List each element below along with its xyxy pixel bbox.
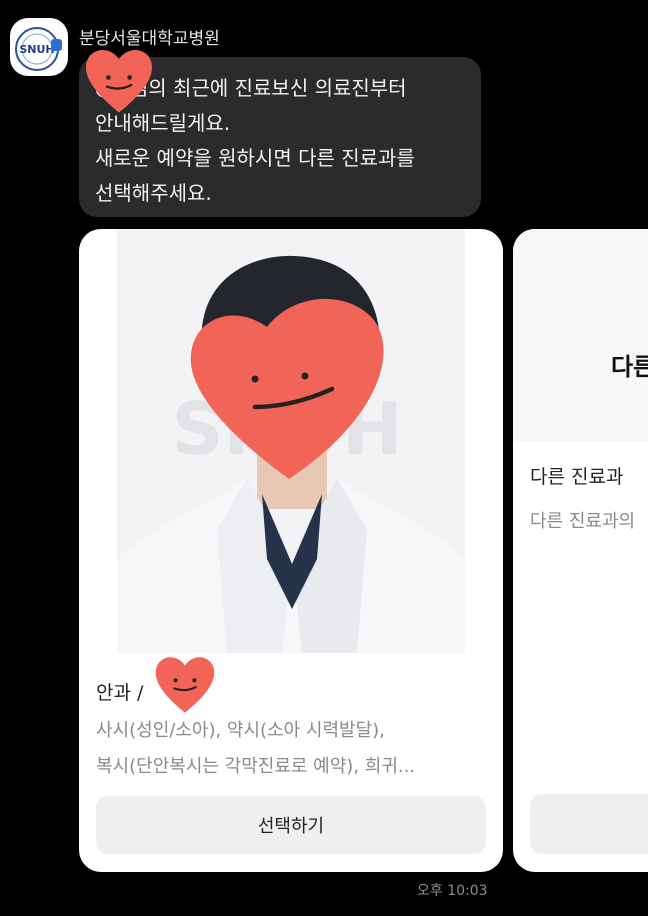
select-button[interactable]: 선택하기 [96, 796, 486, 854]
other-department-card[interactable]: 다른 다른 진료과 다른 진료과의 [513, 229, 648, 872]
specialty-line: 복시(단안복시는 각막진료로 예약), 희귀... [96, 756, 416, 777]
message-timestamp: 오후 10:03 [417, 883, 488, 899]
message-line: 새로운 예약을 원하시면 다른 진료과를 [95, 146, 415, 170]
heart-sticker [155, 657, 215, 713]
doctor-specialty: 사시(성인/소아), 약시(소아 시력발달), 복시(단안복시는 각막진료로 예… [96, 713, 496, 785]
other-department-description: 다른 진료과의 [530, 511, 636, 532]
message-line: 선택해주세요. [95, 181, 212, 205]
sender-avatar[interactable]: SNUH [10, 18, 68, 76]
doctor-card[interactable]: SNUH 안과 / 사시(성인/소아), 약시(소아 시력발달), 복시(단안복… [79, 229, 503, 872]
card-header-text: 다른 [611, 353, 648, 381]
other-department-select-button[interactable] [530, 794, 648, 854]
other-department-title: 다른 진료과 [530, 466, 624, 488]
department-label: 안과 / [96, 682, 144, 704]
heart-sticker [86, 49, 152, 113]
specialty-line: 사시(성인/소아), 약시(소아 시력발달), [96, 720, 385, 741]
avatar-logo-text: SNUH [19, 43, 54, 56]
card-header-area [513, 229, 648, 441]
doctor-photo: SNUH [117, 229, 465, 653]
